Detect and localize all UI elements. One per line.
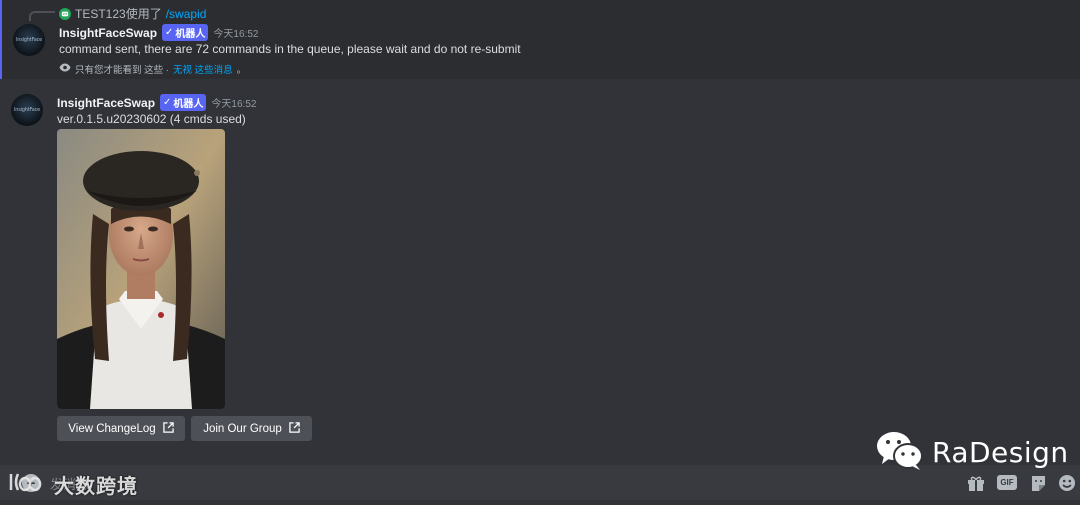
dismiss-link[interactable]: 无视 这些消息 [173,62,233,76]
check-icon: ✓ [163,97,172,108]
bot-badge: ✓ 机器人 [162,24,209,41]
username[interactable]: InsightFaceSwap [57,96,155,110]
wechat-icon [876,430,924,475]
message-header: InsightFaceSwap ✓ 机器人 今天16:52 [59,24,258,41]
timestamp: 今天16:52 [211,99,257,110]
view-changelog-button[interactable]: View ChangeLog [57,416,185,441]
bot-badge: ✓ 机器人 [160,94,207,111]
username[interactable]: InsightFaceSwap [59,26,157,40]
gift-icon[interactable] [966,473,986,493]
ephemeral-notice: 只有您才能看到 这些 · 无视 这些消息。 [59,62,246,76]
message-header: InsightFaceSwap ✓ 机器人 今天16:52 [57,94,256,111]
discord-icon [59,7,71,20]
message-text: ver.0.1.5.u20230602 (4 cmds used) [57,112,246,126]
message-input[interactable] [48,473,932,495]
watermark-left-text: 大数跨境 [54,476,138,498]
gif-icon[interactable]: GIF [997,475,1017,490]
external-link-icon [289,421,300,436]
external-link-icon [162,421,174,436]
ephemeral-message: TEST123使用了 /swapid InsightFace InsightFa… [0,0,1080,79]
sticker-icon[interactable] [1028,473,1048,493]
ephemeral-suffix: 。 [236,65,247,76]
join-group-button[interactable]: Join Our Group [191,416,312,441]
watermark-right-text: RaDesign [932,436,1069,469]
watermark-right: RaDesign [876,430,1069,475]
avatar[interactable]: InsightFace [11,94,43,126]
view-changelog-label: View ChangeLog [68,422,156,435]
reply-connector [29,11,55,21]
check-icon: ✓ [165,27,174,38]
result-image[interactable] [57,129,225,409]
reply-command[interactable]: /swapid [166,7,207,21]
emoji-icon[interactable] [1057,473,1077,493]
avatar[interactable]: InsightFace [13,24,45,56]
eye-icon [59,63,71,75]
watermark-logo-icon [8,470,48,499]
join-group-label: Join Our Group [203,422,282,435]
message-text: command sent, there are 72 commands in t… [59,42,521,56]
ephemeral-prefix: 只有您才能看到 这些 · [75,65,169,76]
watermark-left: 大数跨境 [8,470,138,499]
reply-user: TEST123使用了 [75,7,162,21]
timestamp: 今天16:52 [213,29,259,40]
reply-reference[interactable]: TEST123使用了 /swapid [59,5,206,22]
